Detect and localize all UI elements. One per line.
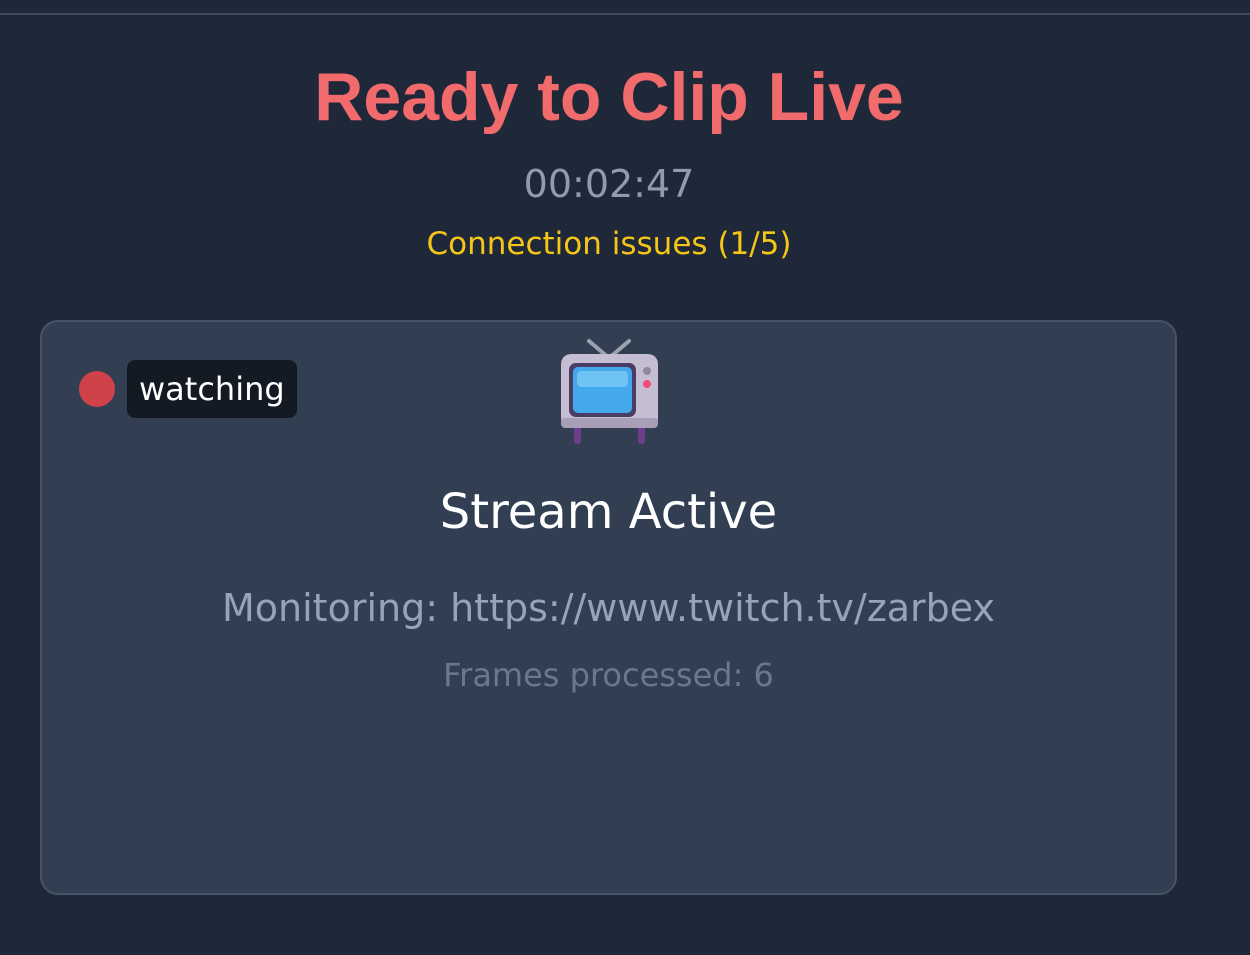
frames-processed: Frames processed: 6 [443, 656, 774, 694]
stream-status-title: Stream Active [439, 484, 778, 540]
television-icon [561, 339, 658, 444]
watch-status: watching [79, 360, 297, 418]
page-title: Ready to Clip Live [314, 59, 904, 135]
monitoring-url: Monitoring: https://www.twitch.tv/zarbex [222, 586, 995, 630]
red-dot-icon [79, 371, 115, 407]
elapsed-timer: 00:02:47 [523, 162, 695, 206]
stream-panel: watching Stream Active Monitoring: https… [40, 320, 1177, 895]
status-badge: watching [127, 360, 297, 418]
connection-status: Connection issues (1/5) [426, 226, 792, 262]
header: Ready to Clip Live 00:02:47 Connection i… [0, 55, 1218, 264]
top-divider [0, 0, 1250, 15]
